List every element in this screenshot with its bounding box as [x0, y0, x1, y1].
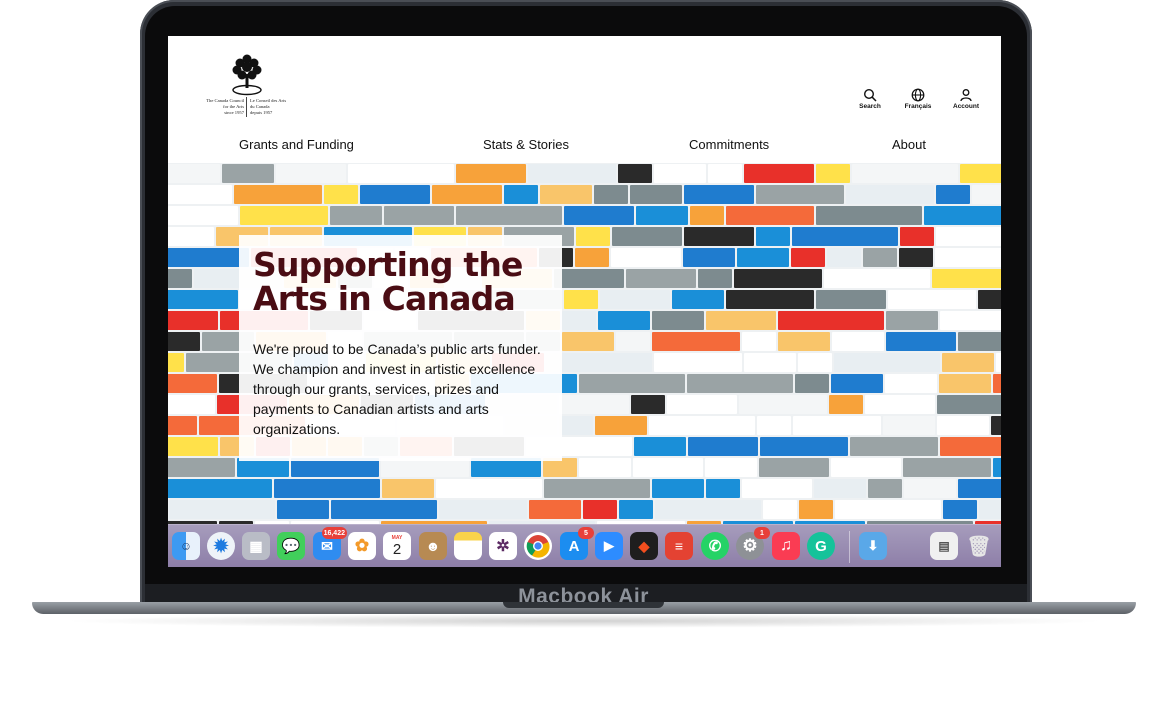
laptop-base-notch — [503, 602, 664, 608]
search-icon — [863, 88, 877, 102]
screen: The Canada Council for the Arts since 19… — [168, 36, 1001, 567]
music-icon[interactable]: ♫ — [772, 532, 800, 560]
nav-item-about[interactable]: About — [892, 137, 926, 152]
finder-icon[interactable]: ☺ — [172, 532, 200, 560]
hero-card: Supporting the Arts in Canada We're prou… — [239, 235, 562, 461]
downloads-folder-icon[interactable]: ⬇ — [859, 532, 887, 560]
calendar-icon[interactable]: MAY 2 — [383, 532, 411, 560]
preview-icon[interactable]: ▤ — [930, 532, 958, 560]
nav-item-grants-and-funding[interactable]: Grants and Funding — [239, 137, 354, 152]
messages-icon[interactable]: 💬 — [277, 532, 305, 560]
launchpad-icon[interactable]: ▦ — [242, 532, 270, 560]
main-nav: Grants and Funding Stats & Stories Commi… — [168, 126, 1001, 163]
trash-icon[interactable]: 🗑 — [965, 532, 993, 560]
slack-icon[interactable]: ✲ — [489, 532, 517, 560]
calendar-day: 2 — [392, 540, 402, 558]
utility-links: Search Français Account — [853, 88, 983, 110]
nav-item-stats-and-stories[interactable]: Stats & Stories — [483, 137, 569, 152]
account-button[interactable]: Account — [949, 88, 983, 110]
macos-dock: ☺ ✹ ▦ 💬 ✉ 16,422 ✿ MAY 2 ☻ ✲ A 5 ▶ ◆ ≡ ✆… — [168, 524, 1001, 567]
photos-icon[interactable]: ✿ — [348, 532, 376, 560]
mail-icon[interactable]: ✉ 16,422 — [313, 527, 347, 560]
system-settings-icon[interactable]: ⚙ 1 — [736, 527, 770, 560]
grammarly-icon[interactable]: G — [807, 532, 835, 560]
chrome-logo-icon — [526, 535, 550, 558]
logo-english-text: The Canada Council for the Arts since 19… — [206, 98, 244, 115]
logo-french-text: Le Conseil des Arts du Canada depuis 195… — [250, 98, 287, 115]
site-logo[interactable]: The Canada Council for the Arts since 19… — [188, 54, 306, 118]
system-settings-badge: 1 — [754, 527, 770, 539]
search-button[interactable]: Search — [853, 88, 887, 110]
mail-unread-badge: 16,422 — [321, 527, 347, 539]
hero-description: We're proud to be Canada’s public arts f… — [253, 341, 541, 437]
app-store-icon[interactable]: A 5 — [560, 527, 594, 560]
nav-item-commitments[interactable]: Commitments — [689, 137, 769, 152]
figma-icon[interactable]: ◆ — [630, 532, 658, 560]
language-label: Français — [904, 103, 932, 110]
search-label: Search — [859, 103, 881, 110]
globe-icon — [911, 88, 925, 102]
site-header: The Canada Council for the Arts since 19… — [168, 36, 1001, 127]
tree-logo-icon — [232, 54, 262, 96]
zoom-icon[interactable]: ▶ — [595, 532, 623, 560]
whatsapp-icon[interactable]: ✆ — [701, 532, 729, 560]
chrome-icon[interactable] — [524, 532, 552, 560]
dock-separator — [849, 531, 850, 563]
app-store-badge: 5 — [578, 527, 594, 539]
laptop-shadow — [60, 614, 1108, 628]
contacts-icon[interactable]: ☻ — [419, 532, 447, 560]
notes-icon[interactable] — [454, 532, 482, 560]
language-toggle-button[interactable]: Français — [901, 88, 935, 110]
hero-title: Supporting the Arts in Canada — [253, 245, 523, 318]
todoist-icon[interactable]: ≡ — [665, 532, 693, 560]
logo-divider — [246, 97, 247, 117]
user-icon — [960, 89, 972, 102]
hero-banner: Supporting the Arts in Canada We're prou… — [168, 163, 1001, 567]
account-label: Account — [953, 103, 979, 110]
safari-icon[interactable]: ✹ — [207, 532, 235, 560]
